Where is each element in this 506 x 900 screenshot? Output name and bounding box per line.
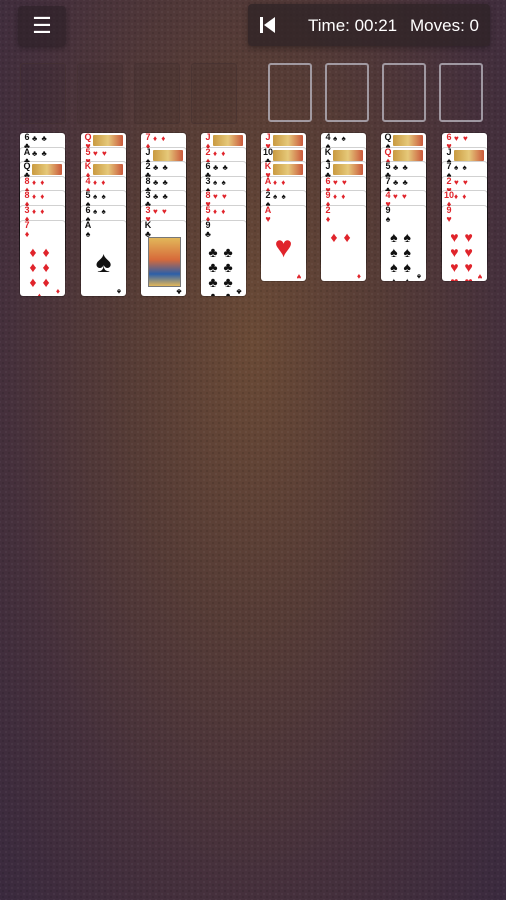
court-card-art (273, 164, 303, 176)
card-pips: ♦ ♦ (32, 192, 46, 202)
card-center-pip: ♠ (95, 245, 112, 279)
card-bottom-index: ♦ (356, 272, 362, 281)
card-pips: ♥ ♥ (454, 134, 469, 143)
card-pips: ♠ ♠ (213, 177, 227, 187)
king-portrait (148, 236, 181, 287)
card-bottom-index: ♦ (55, 286, 61, 296)
card-index: A ♥ (263, 206, 273, 224)
card-pips: ♣ ♣ (153, 163, 169, 173)
card-pips: ♠ ♠ (93, 192, 107, 202)
card-bottom-index: ♠ (116, 286, 122, 296)
card-pips: ♥ ♥ (333, 177, 348, 187)
court-card-art (393, 149, 423, 161)
playing-card[interactable]: 2 ♦ ♦♦ ♦ (321, 206, 366, 281)
card-pips: ♣ ♣ (393, 177, 409, 187)
card-index: 9 ♠ (383, 206, 393, 224)
card-pips: ♦ ♦ (213, 207, 227, 216)
court-card-art (393, 135, 423, 146)
court-card-art (93, 135, 123, 146)
card-pips: ♣ ♣ (32, 148, 48, 158)
card-suit: ♦ (325, 214, 331, 224)
card-pips: ♦ ♦ (32, 207, 46, 216)
card-pips: ♥ ♥ (393, 192, 408, 202)
card-pips: ♦ ♦ (93, 177, 107, 187)
foundation-3[interactable] (382, 63, 426, 122)
undo-icon-bar (260, 17, 263, 33)
free-cell-1[interactable] (20, 63, 66, 124)
card-pips: ♣ ♣ (393, 163, 409, 173)
card-pips: ♣ ♣ (32, 134, 48, 143)
playing-card[interactable]: 9♣♣♣ ♣♣ ♣♣ ♣♣ ♣♣ (201, 220, 246, 296)
free-cell-2[interactable] (77, 63, 123, 124)
card-pips: ♦ ♦ (32, 177, 46, 187)
court-card-art (32, 164, 62, 176)
card-pips: ♦ ♦ (213, 148, 227, 158)
undo-button[interactable] (260, 14, 280, 36)
status-bar: Time: 00:21 Moves: 0 (248, 4, 490, 46)
court-card-art (333, 149, 363, 161)
foundation-1[interactable] (268, 63, 312, 122)
playing-card[interactable]: 9♥♥♥ ♥♥ ♥♥ ♥♥ ♥♥ (442, 206, 487, 281)
card-pips: ♥ ♥ (454, 177, 469, 187)
card-pips: ♣ ♣ (153, 192, 169, 202)
card-pips: ♥ ♥ (153, 207, 168, 216)
card-index: 9 ♣ (203, 221, 213, 239)
court-card-art (454, 149, 484, 161)
playing-card[interactable]: 9♠♠♠ ♠♠ ♠♠ ♠♠ ♠♠ (381, 206, 426, 281)
menu-button[interactable]: ☰ (18, 6, 66, 46)
card-pips: ♠ ♠ (93, 207, 107, 216)
card-bottom-index: ♣ (236, 286, 242, 296)
moves-counter: Moves: 0 (410, 16, 479, 35)
card-pip-grid: ♦♦ (330, 229, 357, 245)
card-suit: ♥ (265, 214, 271, 224)
playing-card[interactable]: 7♦♦♦ ♦♦ ♦♦ ♦♦ (20, 220, 65, 296)
card-center-pip: ♥ (274, 231, 293, 264)
card-suit: ♠ (85, 228, 91, 239)
card-index: 2 ♦ (323, 206, 333, 224)
card-bottom-index: ♣ (176, 286, 182, 296)
court-card-art (213, 135, 243, 146)
court-card-art (153, 149, 183, 161)
playing-card[interactable]: K ♣ ♣ (141, 220, 186, 296)
card-suit: ♦ (24, 228, 30, 239)
card-index: 7 ♦ (22, 221, 32, 239)
court-card-art (273, 135, 303, 146)
foundation-4[interactable] (439, 63, 483, 122)
card-suit: ♥ (446, 214, 452, 224)
playing-card[interactable]: A ♠ ♠ ♠ (81, 220, 126, 296)
undo-skip-back-icon (264, 17, 275, 33)
playing-card[interactable]: A ♥ ♥ ♥ (261, 206, 306, 281)
card-pips: ♣ ♣ (153, 177, 169, 187)
card-suit: ♠ (385, 214, 391, 224)
card-index: A ♠ (83, 221, 93, 239)
card-bottom-index: ♥ (296, 272, 302, 281)
foundation-2[interactable] (325, 63, 369, 122)
timer-text: Time: 00:21 (308, 16, 398, 35)
free-cell-3[interactable] (134, 63, 180, 124)
card-bottom-index: ♥ (477, 272, 483, 281)
court-card-art (273, 149, 303, 161)
card-suit: ♣ (205, 228, 211, 239)
card-pips: ♣ ♣ (213, 163, 229, 173)
card-pips: ♦ ♦ (333, 192, 347, 202)
free-cell-4[interactable] (191, 63, 237, 124)
card-pips: ♦ ♦ (153, 134, 167, 143)
court-card-art (333, 164, 363, 176)
card-bottom-index: ♠ (416, 272, 422, 281)
card-pips: ♦ ♦ (273, 177, 287, 187)
card-pips: ♥ ♥ (213, 192, 228, 202)
felt-texture (0, 0, 506, 900)
card-pips: ♠ ♠ (454, 163, 468, 173)
card-pips: ♠ ♠ (333, 134, 347, 143)
card-pips: ♠ ♠ (273, 192, 287, 202)
hamburger-menu-icon: ☰ (32, 13, 52, 38)
court-card-art (93, 164, 123, 176)
card-index: 9 ♥ (444, 206, 454, 224)
card-pips: ♥ ♥ (93, 148, 108, 158)
card-pips: ♦ ♦ (454, 192, 468, 202)
